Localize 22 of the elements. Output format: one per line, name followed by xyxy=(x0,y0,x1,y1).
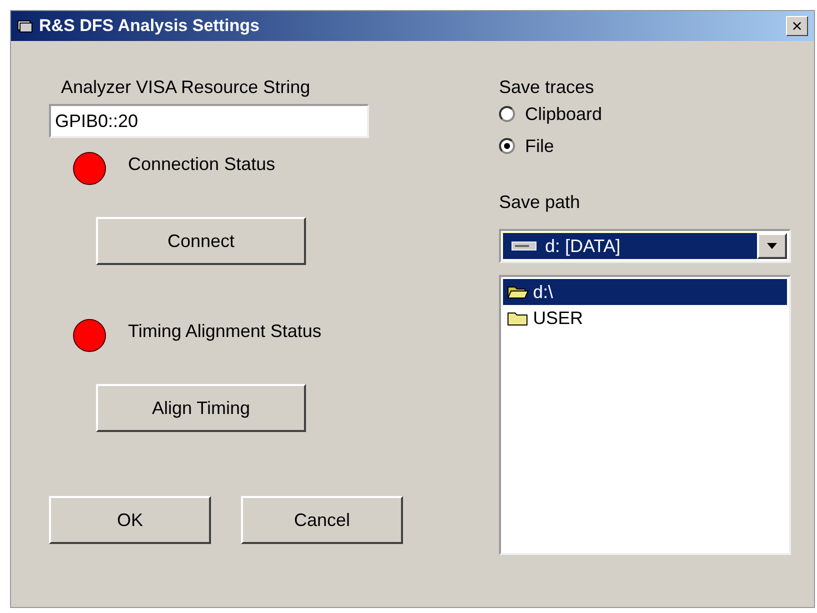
status-label: Connection Status xyxy=(128,154,276,175)
folder-icon xyxy=(507,284,529,300)
radio-option[interactable]: File xyxy=(499,130,791,162)
drive-icon xyxy=(511,240,537,252)
resource-field[interactable]: GPIB0::20 xyxy=(49,104,369,138)
save-path-label: Save path xyxy=(499,192,582,213)
folder-icon xyxy=(507,310,529,326)
resource-label: Analyzer VISA Resource String xyxy=(61,77,310,98)
close-button[interactable]: × xyxy=(786,16,808,36)
radio-option[interactable]: Clipboard xyxy=(499,98,791,130)
folder-item[interactable]: d:\ xyxy=(503,279,787,305)
dialog-button[interactable]: OK xyxy=(49,496,211,544)
save-traces-label: Save traces xyxy=(499,77,596,98)
status-label: Timing Alignment Status xyxy=(128,321,322,342)
dialog-button[interactable]: Cancel xyxy=(241,496,403,544)
drive-dropdown[interactable]: d: [DATA] xyxy=(499,229,791,263)
action-button[interactable]: Align Timing xyxy=(96,384,306,432)
window-title: R&S DFS Analysis Settings xyxy=(39,16,260,36)
action-button[interactable]: Connect xyxy=(96,217,306,265)
caret-icon xyxy=(767,243,777,249)
app-icon xyxy=(17,19,33,33)
folder-item[interactable]: USER xyxy=(503,305,787,331)
